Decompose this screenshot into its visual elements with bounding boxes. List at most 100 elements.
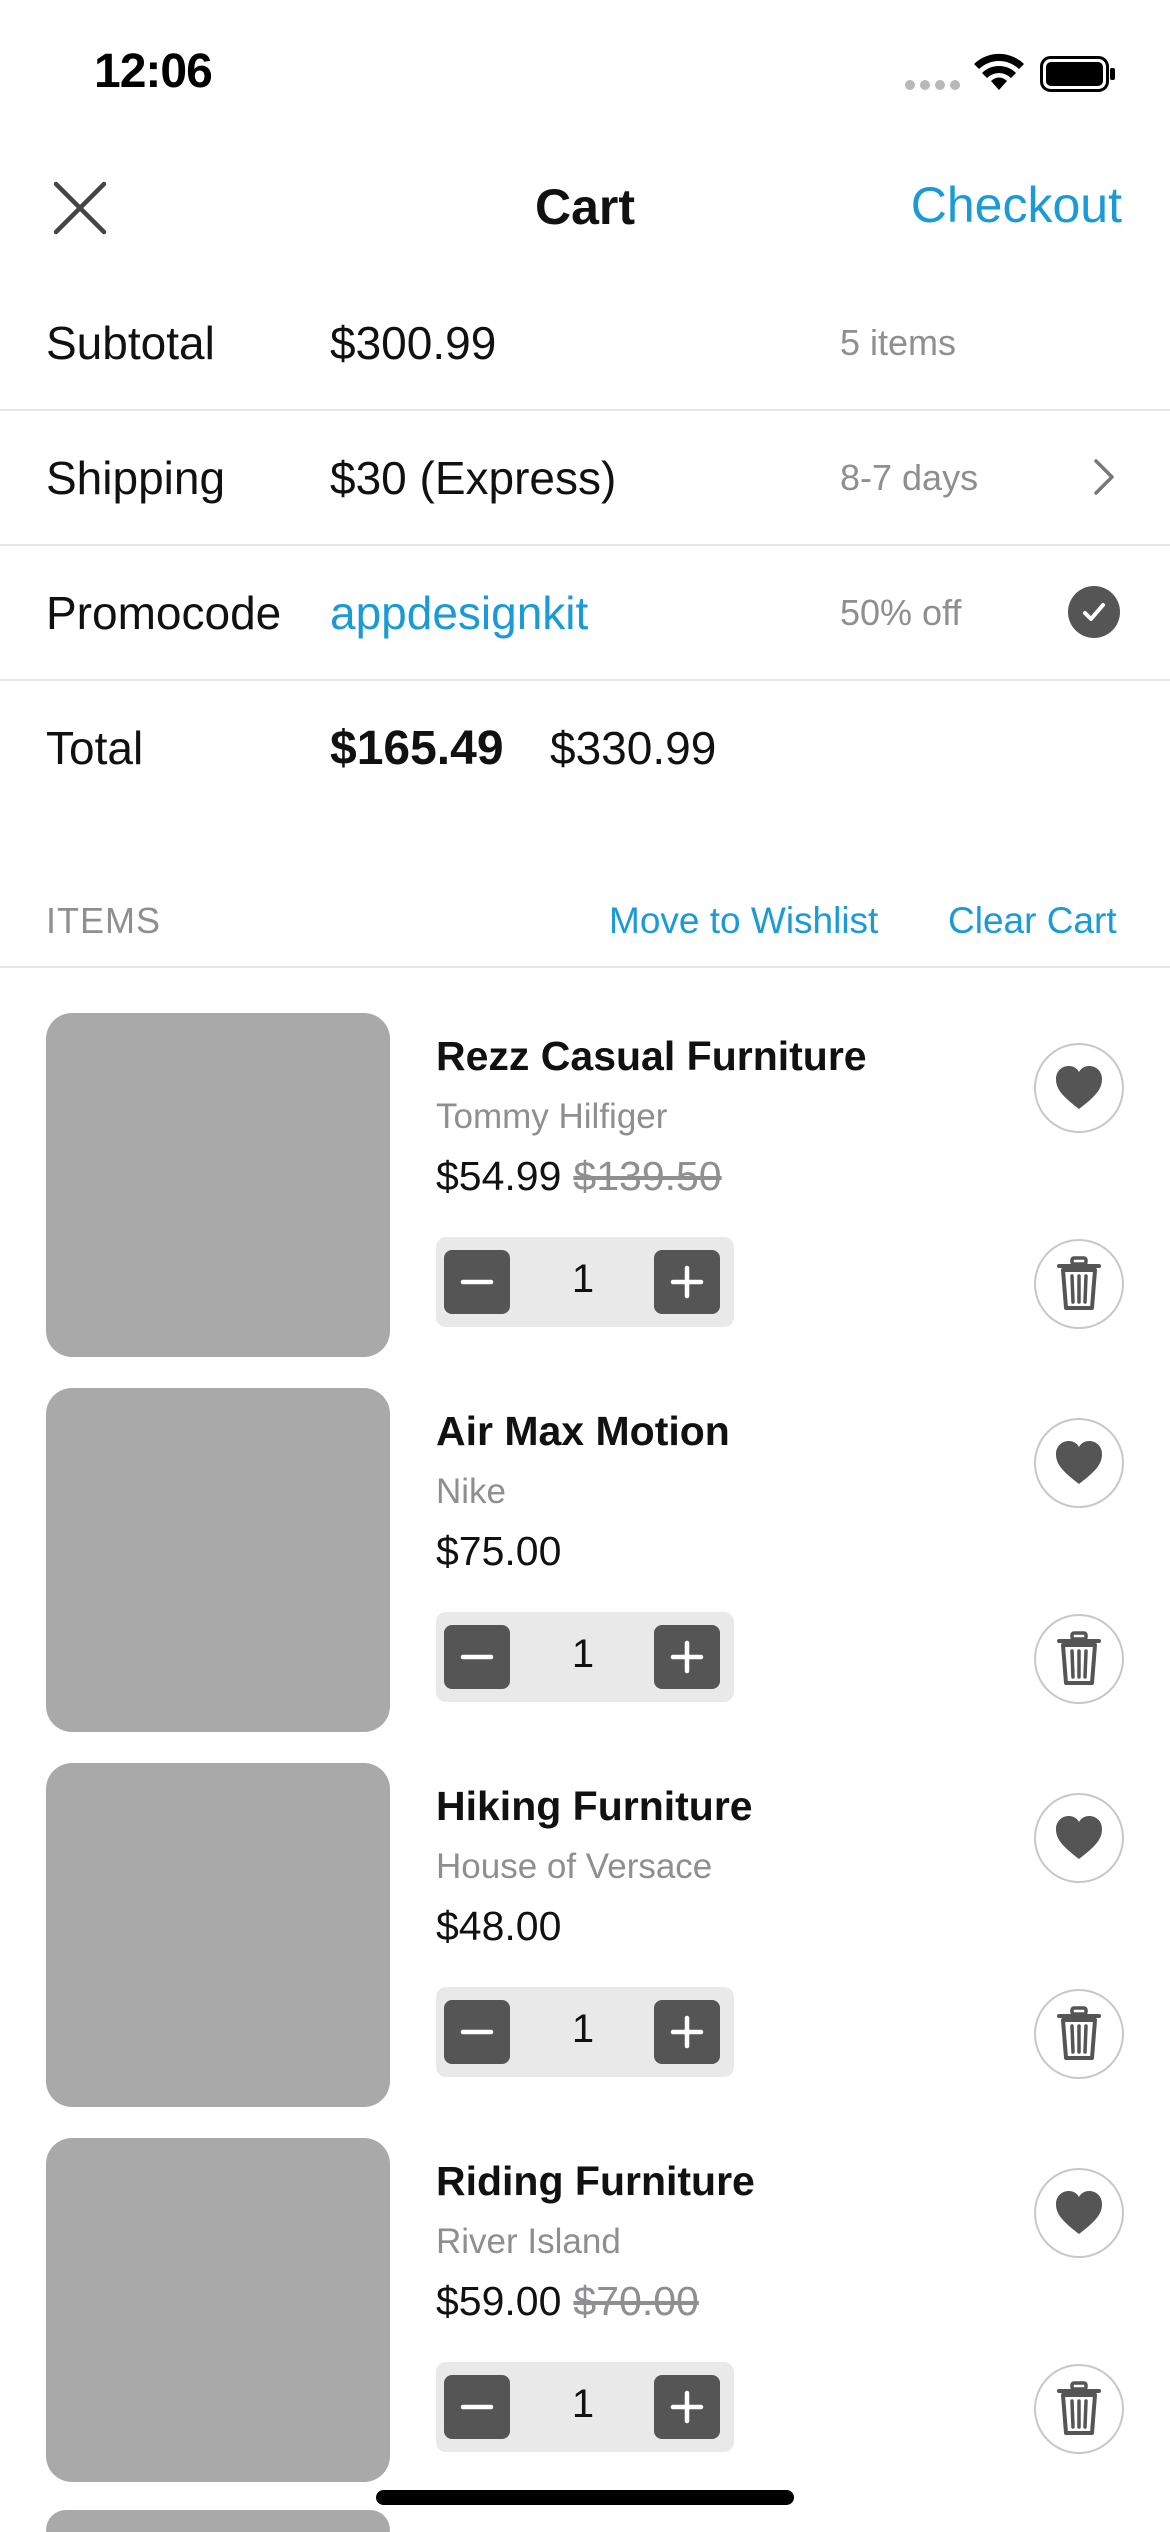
- plus-icon: [670, 1640, 704, 1674]
- subtotal-label: Subtotal: [46, 317, 215, 369]
- battery-icon: [1040, 56, 1115, 92]
- product-name[interactable]: Riding Furniture: [436, 2158, 755, 2205]
- order-summary: Subtotal $300.99 5 items Shipping $30 (E…: [0, 276, 1170, 816]
- quantity-value: 1: [571, 1632, 595, 1676]
- delete-button[interactable]: [1034, 1989, 1124, 2079]
- product-image[interactable]: [46, 1388, 390, 1732]
- minus-icon: [460, 1654, 494, 1660]
- chevron-right-icon: [1094, 459, 1114, 495]
- items-count: 5 items: [840, 322, 957, 363]
- heart-icon: [1056, 1066, 1102, 1109]
- product-brand: House of Versace: [436, 1847, 713, 1886]
- quantity-value: 1: [571, 1257, 595, 1301]
- wishlist-button[interactable]: [1034, 1793, 1124, 1883]
- cart-item: Air Max Motion Nike $75.00 1: [0, 1388, 1170, 1734]
- quantity-stepper: 1: [436, 1987, 734, 2077]
- move-to-wishlist-button[interactable]: Move to Wishlist: [609, 900, 878, 942]
- shipping-value: $30 (Express): [330, 452, 617, 504]
- product-old-price: $70.00: [573, 2278, 699, 2324]
- quantity-stepper: 1: [436, 1237, 734, 1327]
- product-brand: Nike: [436, 1472, 507, 1511]
- promocode-discount: 50% off: [840, 592, 962, 633]
- product-image[interactable]: [46, 1763, 390, 2107]
- items-section-title: ITEMS: [46, 900, 162, 941]
- trash-icon: [1057, 2381, 1101, 2435]
- product-price: $75.00: [436, 1528, 562, 1574]
- product-brand: Tommy Hilfiger: [436, 1097, 668, 1136]
- shipping-duration: 8-7 days: [840, 457, 979, 498]
- status-bar: 12:06: [0, 0, 1170, 140]
- trash-icon: [1057, 1631, 1101, 1685]
- cart-item: Riding Furniture River Island $59.00 $70.…: [0, 2138, 1170, 2484]
- checkout-button[interactable]: Checkout: [911, 176, 1122, 234]
- wifi-icon: [974, 53, 1024, 90]
- total-value: $165.49: [330, 722, 504, 775]
- product-price-line: $48.00: [436, 1903, 561, 1950]
- product-brand: River Island: [436, 2222, 621, 2261]
- product-old-price: $139.50: [573, 1153, 722, 1199]
- heart-icon: [1056, 2191, 1102, 2234]
- product-name[interactable]: Rezz Casual Furniture: [436, 1033, 867, 1080]
- heart-icon: [1056, 1441, 1102, 1484]
- total-row: Total $165.49 $330.99: [0, 681, 1170, 816]
- checkmark-icon: [1068, 586, 1120, 638]
- delete-button[interactable]: [1034, 2364, 1124, 2454]
- product-name[interactable]: Air Max Motion: [436, 1408, 730, 1455]
- minus-icon: [460, 2029, 494, 2035]
- product-price: $59.00: [436, 2278, 562, 2324]
- product-price-line: $59.00 $70.00: [436, 2278, 699, 2325]
- promocode-row[interactable]: Promocode appdesignkit 50% off: [0, 546, 1170, 681]
- product-price-line: $54.99 $139.50: [436, 1153, 722, 1200]
- trash-icon: [1057, 2006, 1101, 2060]
- increase-quantity-button[interactable]: [654, 2375, 720, 2439]
- quantity-stepper: 1: [436, 1612, 734, 1702]
- decrease-quantity-button[interactable]: [444, 1250, 510, 1314]
- total-label: Total: [46, 722, 144, 774]
- wishlist-button[interactable]: [1034, 1043, 1124, 1133]
- cart-item: Hiking Furniture House of Versace $48.00…: [0, 1763, 1170, 2109]
- delete-button[interactable]: [1034, 1614, 1124, 1704]
- quantity-value: 1: [571, 2382, 595, 2426]
- increase-quantity-button[interactable]: [654, 1250, 720, 1314]
- quantity-stepper: 1: [436, 2362, 734, 2452]
- decrease-quantity-button[interactable]: [444, 2375, 510, 2439]
- subtotal-value: $300.99: [330, 317, 497, 369]
- trash-icon: [1057, 1256, 1101, 1310]
- subtotal-row: Subtotal $300.99 5 items: [0, 276, 1170, 411]
- delete-button[interactable]: [1034, 1239, 1124, 1329]
- product-image[interactable]: [46, 2138, 390, 2482]
- increase-quantity-button[interactable]: [654, 2000, 720, 2064]
- cellular-signal-icon: [905, 80, 960, 90]
- close-button[interactable]: [44, 172, 116, 244]
- product-image[interactable]: [46, 2510, 390, 2532]
- plus-icon: [670, 2015, 704, 2049]
- decrease-quantity-button[interactable]: [444, 2000, 510, 2064]
- cart-item: Rezz Casual Furniture Tommy Hilfiger $54…: [0, 1013, 1170, 1359]
- items-header: ITEMS Move to Wishlist Clear Cart: [0, 880, 1170, 968]
- product-price: $48.00: [436, 1903, 562, 1949]
- wishlist-button[interactable]: [1034, 2168, 1124, 2258]
- total-original-value: $330.99: [550, 722, 717, 774]
- home-indicator[interactable]: [376, 2490, 794, 2505]
- promocode-value[interactable]: appdesignkit: [330, 586, 588, 640]
- status-time: 12:06: [94, 45, 213, 98]
- nav-bar: Cart Checkout: [0, 150, 1170, 266]
- product-image[interactable]: [46, 1013, 390, 1357]
- close-icon: [53, 181, 107, 235]
- heart-icon: [1056, 1816, 1102, 1859]
- wishlist-button[interactable]: [1034, 1418, 1124, 1508]
- quantity-value: 1: [571, 2007, 595, 2051]
- shipping-label: Shipping: [46, 452, 226, 504]
- clear-cart-button[interactable]: Clear Cart: [948, 900, 1117, 942]
- increase-quantity-button[interactable]: [654, 1625, 720, 1689]
- product-name[interactable]: Hiking Furniture: [436, 1783, 753, 1830]
- shipping-row[interactable]: Shipping $30 (Express) 8-7 days: [0, 411, 1170, 546]
- product-price: $54.99: [436, 1153, 562, 1199]
- plus-icon: [670, 2390, 704, 2424]
- promocode-label: Promocode: [46, 587, 282, 639]
- product-price-line: $75.00: [436, 1528, 561, 1575]
- plus-icon: [670, 1265, 704, 1299]
- minus-icon: [460, 2404, 494, 2410]
- decrease-quantity-button[interactable]: [444, 1625, 510, 1689]
- minus-icon: [460, 1279, 494, 1285]
